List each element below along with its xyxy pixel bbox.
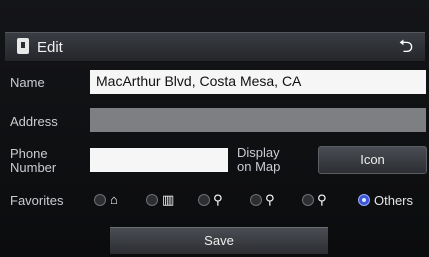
page-title: Edit <box>37 39 63 56</box>
back-icon: ⮌ <box>398 36 414 56</box>
address-label: Address <box>10 114 58 129</box>
title-bar: Edit ⮌ <box>5 32 425 62</box>
favorite-office-radio[interactable] <box>146 194 158 206</box>
favorite-3-radio[interactable] <box>302 194 314 206</box>
pin-icon: ⚲ <box>265 192 275 207</box>
display-label-line2: on Map <box>237 159 281 174</box>
icon-button[interactable]: Icon <box>318 146 427 174</box>
favorite-2-radio[interactable] <box>250 194 262 206</box>
edit-icon <box>17 38 29 54</box>
favorites-label: Favorites <box>10 193 64 208</box>
phone-number-field[interactable] <box>90 148 228 172</box>
address-field[interactable] <box>90 108 426 132</box>
pin-icon: ⚲ <box>317 192 327 207</box>
others-label: Others <box>374 193 414 208</box>
phone-label-line2: Number <box>10 160 57 175</box>
display-on-map-label: Display on Map <box>237 146 280 174</box>
favorite-others-radio[interactable] <box>358 194 370 206</box>
save-button[interactable]: Save <box>110 227 328 254</box>
favorite-home-radio[interactable] <box>94 194 106 206</box>
favorite-1-radio[interactable] <box>198 194 210 206</box>
building-icon: ▥ <box>162 192 175 207</box>
phone-label: Phone Number <box>10 147 56 175</box>
pin-icon: ⚲ <box>213 192 223 207</box>
phone-label-line1: Phone <box>10 146 48 161</box>
name-label: Name <box>10 75 45 90</box>
name-field[interactable]: MacArthur Blvd, Costa Mesa, CA <box>90 70 426 94</box>
back-button[interactable]: ⮌ <box>395 36 417 56</box>
home-icon: ⌂ <box>110 192 118 207</box>
display-label-line1: Display <box>237 145 280 160</box>
screen: Edit ⮌ Name MacArthur Blvd, Costa Mesa, … <box>0 0 429 257</box>
